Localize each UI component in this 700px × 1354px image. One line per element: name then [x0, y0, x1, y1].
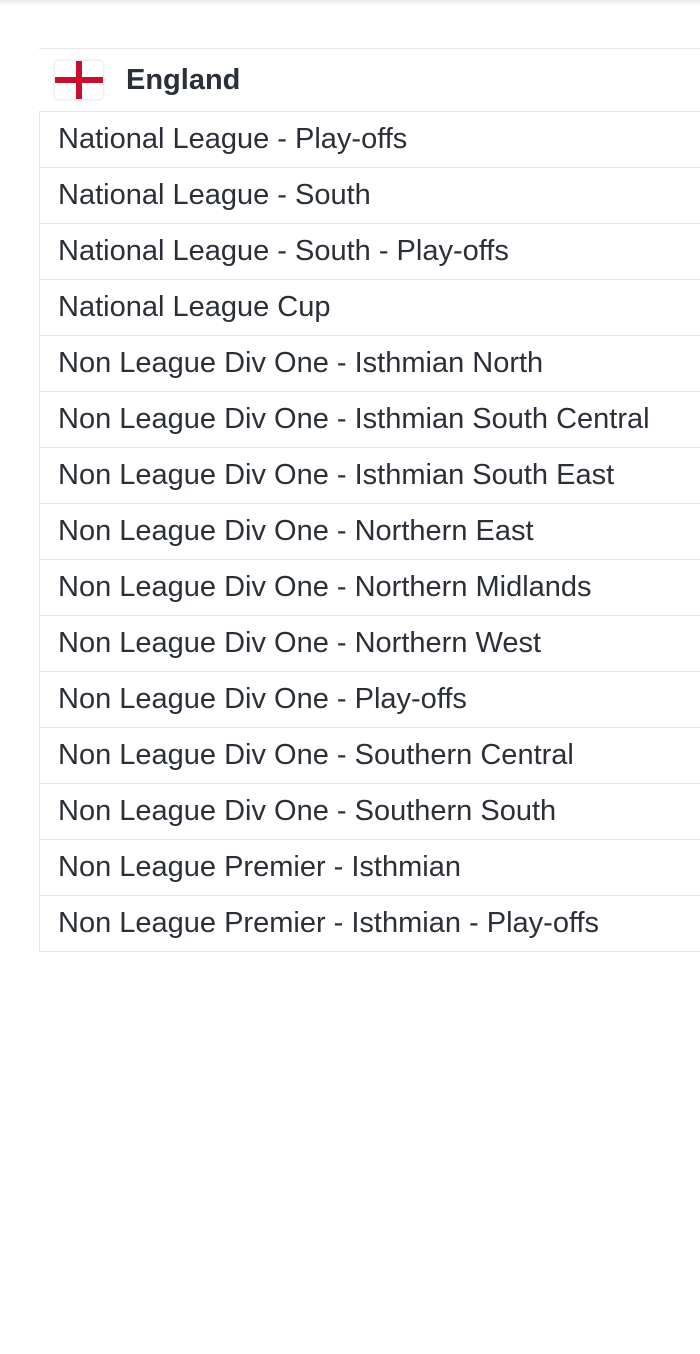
- country-name: England: [126, 63, 241, 96]
- league-item[interactable]: National League Cup: [40, 280, 700, 336]
- top-toolbar-shadow: [0, 0, 700, 6]
- flag-cross-horizontal: [55, 77, 103, 83]
- league-item[interactable]: Non League Div One - Southern Central: [40, 728, 700, 784]
- league-item[interactable]: Non League Div One - Play-offs: [40, 672, 700, 728]
- league-item[interactable]: Non League Div One - Northern West: [40, 616, 700, 672]
- league-item[interactable]: Non League Premier - Isthmian: [40, 840, 700, 896]
- league-item[interactable]: National League - Play-offs: [40, 112, 700, 168]
- league-item[interactable]: Non League Div One - Northern East: [40, 504, 700, 560]
- league-item[interactable]: Non League Div One - Isthmian North: [40, 336, 700, 392]
- league-item[interactable]: National League - South: [40, 168, 700, 224]
- league-item[interactable]: Non League Div One - Northern Midlands: [40, 560, 700, 616]
- country-header-england[interactable]: England: [39, 48, 700, 111]
- league-list: National League - Play-offs National Lea…: [39, 111, 700, 952]
- league-item[interactable]: Non League Div One - Southern South: [40, 784, 700, 840]
- league-item[interactable]: Non League Div One - Isthmian South Cent…: [40, 392, 700, 448]
- league-item[interactable]: Non League Div One - Isthmian South East: [40, 448, 700, 504]
- league-item[interactable]: Non League Premier - Isthmian - Play-off…: [40, 896, 700, 952]
- league-item[interactable]: National League - South - Play-offs: [40, 224, 700, 280]
- england-flag-icon: [55, 61, 103, 99]
- country-league-panel: England National League - Play-offs Nati…: [39, 48, 700, 952]
